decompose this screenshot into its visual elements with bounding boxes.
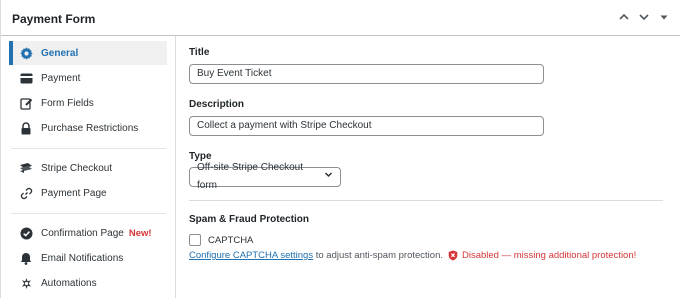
sidebar-item-email-notifications[interactable]: Email Notifications	[9, 246, 167, 270]
gear-icon	[19, 46, 33, 60]
chevron-down-icon[interactable]	[637, 10, 651, 24]
section-divider	[189, 200, 663, 201]
type-select[interactable]: Off-site Stripe Checkout form	[189, 162, 341, 191]
link-icon	[19, 186, 33, 200]
credit-card-icon	[19, 71, 33, 85]
sidebar-item-label: Confirmation Page	[41, 227, 124, 239]
description-input[interactable]: Collect a payment with Stripe Checkout	[189, 116, 544, 136]
sidebar-item-label: Payment	[41, 72, 81, 84]
payment-form-panel: Payment Form General Payment Form Fields…	[0, 0, 680, 298]
sidebar-item-label: General	[41, 47, 79, 59]
lock-icon	[19, 121, 33, 135]
sidebar-item-payment[interactable]: Payment	[9, 66, 167, 90]
new-badge: New!	[128, 227, 152, 239]
panel-title: Payment Form	[12, 12, 96, 26]
select-chevron-icon	[324, 168, 333, 186]
disabled-note-text: Disabled — missing additional protection…	[462, 250, 637, 261]
captcha-help-text: to adjust anti-spam protection.	[313, 250, 443, 261]
settings-sidebar: General Payment Form Fields Purchase Res…	[1, 36, 176, 298]
edit-icon	[19, 96, 33, 110]
panel-header: Payment Form	[1, 0, 680, 36]
captcha-label: CAPTCHA	[208, 234, 254, 246]
sidebar-item-form-fields[interactable]: Form Fields	[9, 91, 167, 115]
sidebar-item-label: Stripe Checkout	[41, 162, 113, 174]
captcha-help: Configure CAPTCHA settings to adjust ant…	[189, 250, 636, 261]
captcha-checkbox[interactable]	[189, 234, 201, 246]
captcha-disabled-warning: Disabled — missing additional protection…	[448, 250, 636, 261]
sidebar-item-general[interactable]: General	[9, 41, 167, 65]
title-input[interactable]: Buy Event Ticket	[189, 64, 544, 84]
sidebar-divider	[11, 213, 166, 214]
sidebar-item-label: Email Notifications	[41, 252, 124, 264]
stripe-icon	[19, 161, 33, 175]
description-label: Description	[189, 99, 245, 110]
panel-header-controls	[617, 10, 671, 24]
sidebar-item-label: Payment Page	[41, 187, 107, 199]
type-select-value: Off-site Stripe Checkout form	[197, 162, 303, 191]
settings-content: Title Buy Event Ticket Description Colle…	[176, 36, 680, 298]
sidebar-item-label: Form Fields	[41, 97, 94, 109]
automation-icon	[19, 276, 33, 290]
sidebar-item-automations[interactable]: Automations	[9, 271, 167, 295]
captcha-checkbox-row: CAPTCHA	[189, 234, 253, 246]
spam-fraud-heading: Spam & Fraud Protection	[189, 214, 310, 225]
caret-down-icon[interactable]	[657, 10, 671, 24]
sidebar-divider	[11, 148, 166, 149]
sidebar-item-payment-page[interactable]: Payment Page	[9, 181, 167, 205]
check-circle-icon	[19, 226, 33, 240]
bell-icon	[19, 251, 33, 265]
configure-captcha-link[interactable]: Configure CAPTCHA settings	[189, 250, 313, 261]
chevron-up-icon[interactable]	[617, 10, 631, 24]
shield-warning-icon	[448, 250, 458, 261]
sidebar-item-label: Purchase Restrictions	[41, 122, 139, 134]
sidebar-item-confirmation-page[interactable]: Confirmation Page New!	[9, 221, 167, 245]
sidebar-item-stripe-checkout[interactable]: Stripe Checkout	[9, 156, 167, 180]
sidebar-item-purchase-restrictions[interactable]: Purchase Restrictions	[9, 116, 167, 140]
title-label: Title	[189, 47, 210, 58]
sidebar-item-label: Automations	[41, 277, 97, 289]
